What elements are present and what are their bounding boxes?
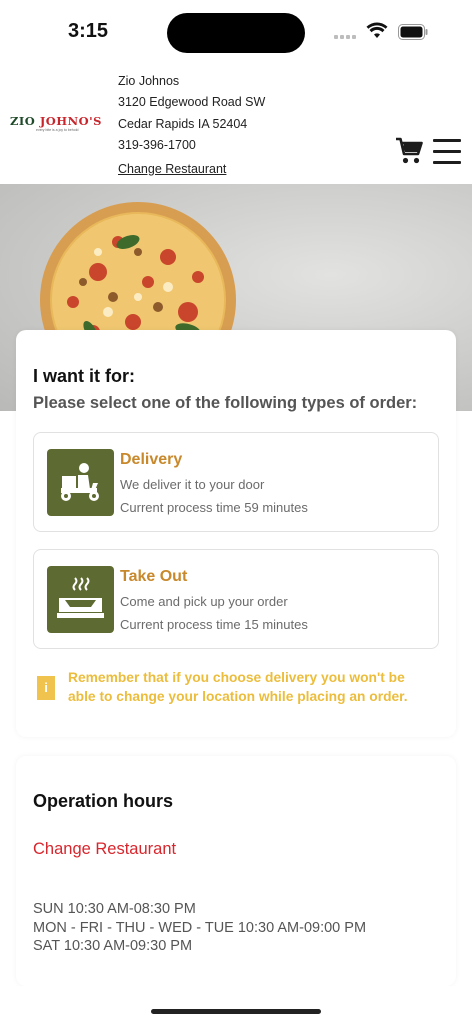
restaurant-address: Zio Johnos 3120 Edgewood Road SW Cedar R…: [118, 71, 265, 156]
battery-icon: [398, 24, 428, 40]
hours-line: MON - FRI - THU - WED - TUE 10:30 AM-09:…: [33, 919, 367, 936]
order-type-card: I want it for: Please select one of the …: [16, 330, 456, 737]
takeout-process-time: Current process time 15 minutes: [120, 617, 308, 632]
dynamic-island: [167, 13, 305, 53]
restaurant-logo: ZIO JOHNO'S every bite is a joy to behol…: [10, 114, 102, 132]
hamburger-menu-icon[interactable]: [433, 139, 461, 165]
hours-line: SAT 10:30 AM-09:30 PM: [33, 938, 193, 954]
takeout-title: Take Out: [120, 568, 188, 585]
delivery-option[interactable]: Delivery We deliver it to your door Curr…: [33, 432, 439, 532]
order-subheading: Please select one of the following types…: [33, 394, 418, 412]
operation-hours-title: Operation hours: [33, 791, 174, 811]
takeout-description: Come and pick up your order: [120, 594, 288, 609]
info-icon: i: [37, 676, 55, 700]
home-indicator[interactable]: [151, 1009, 321, 1014]
change-restaurant-link[interactable]: Change Restaurant: [118, 162, 226, 176]
restaurant-city: Cedar Rapids IA 52404: [118, 116, 248, 131]
delivery-description: We deliver it to your door: [120, 477, 265, 492]
status-time: 3:15: [68, 20, 109, 42]
hours-line: SUN 10:30 AM-08:30 PM: [33, 901, 196, 917]
delivery-title: Delivery: [120, 451, 183, 468]
takeout-option[interactable]: Take Out Come and pick up your order Cur…: [33, 549, 439, 649]
restaurant-header: ZIO JOHNO'S every bite is a joy to behol…: [0, 62, 472, 184]
status-bar: 3:15: [0, 0, 472, 62]
cart-icon[interactable]: [394, 136, 424, 166]
takeout-box-icon: [47, 566, 114, 633]
bottom-area: [0, 986, 472, 1024]
restaurant-street: 3120 Edgewood Road SW: [118, 95, 266, 110]
delivery-scooter-icon: [47, 449, 114, 516]
order-heading: I want it for:: [33, 366, 135, 386]
operation-hours-card: Operation hours Change Restaurant SUN 10…: [16, 756, 456, 986]
wifi-icon: [366, 22, 388, 38]
restaurant-phone: 319-396-1700: [118, 137, 196, 152]
logo-tagline: every bite is a joy to behold: [36, 128, 79, 132]
restaurant-name: Zio Johnos: [118, 74, 180, 88]
delivery-process-time: Current process time 59 minutes: [120, 500, 308, 515]
cellular-signal-icon: [334, 35, 356, 39]
notice-text: Remember that if you choose delivery you…: [68, 670, 408, 704]
hours-list: SUN 10:30 AM-08:30 PM MON - FRI - THU - …: [33, 900, 366, 956]
change-restaurant-button[interactable]: Change Restaurant: [33, 840, 176, 859]
